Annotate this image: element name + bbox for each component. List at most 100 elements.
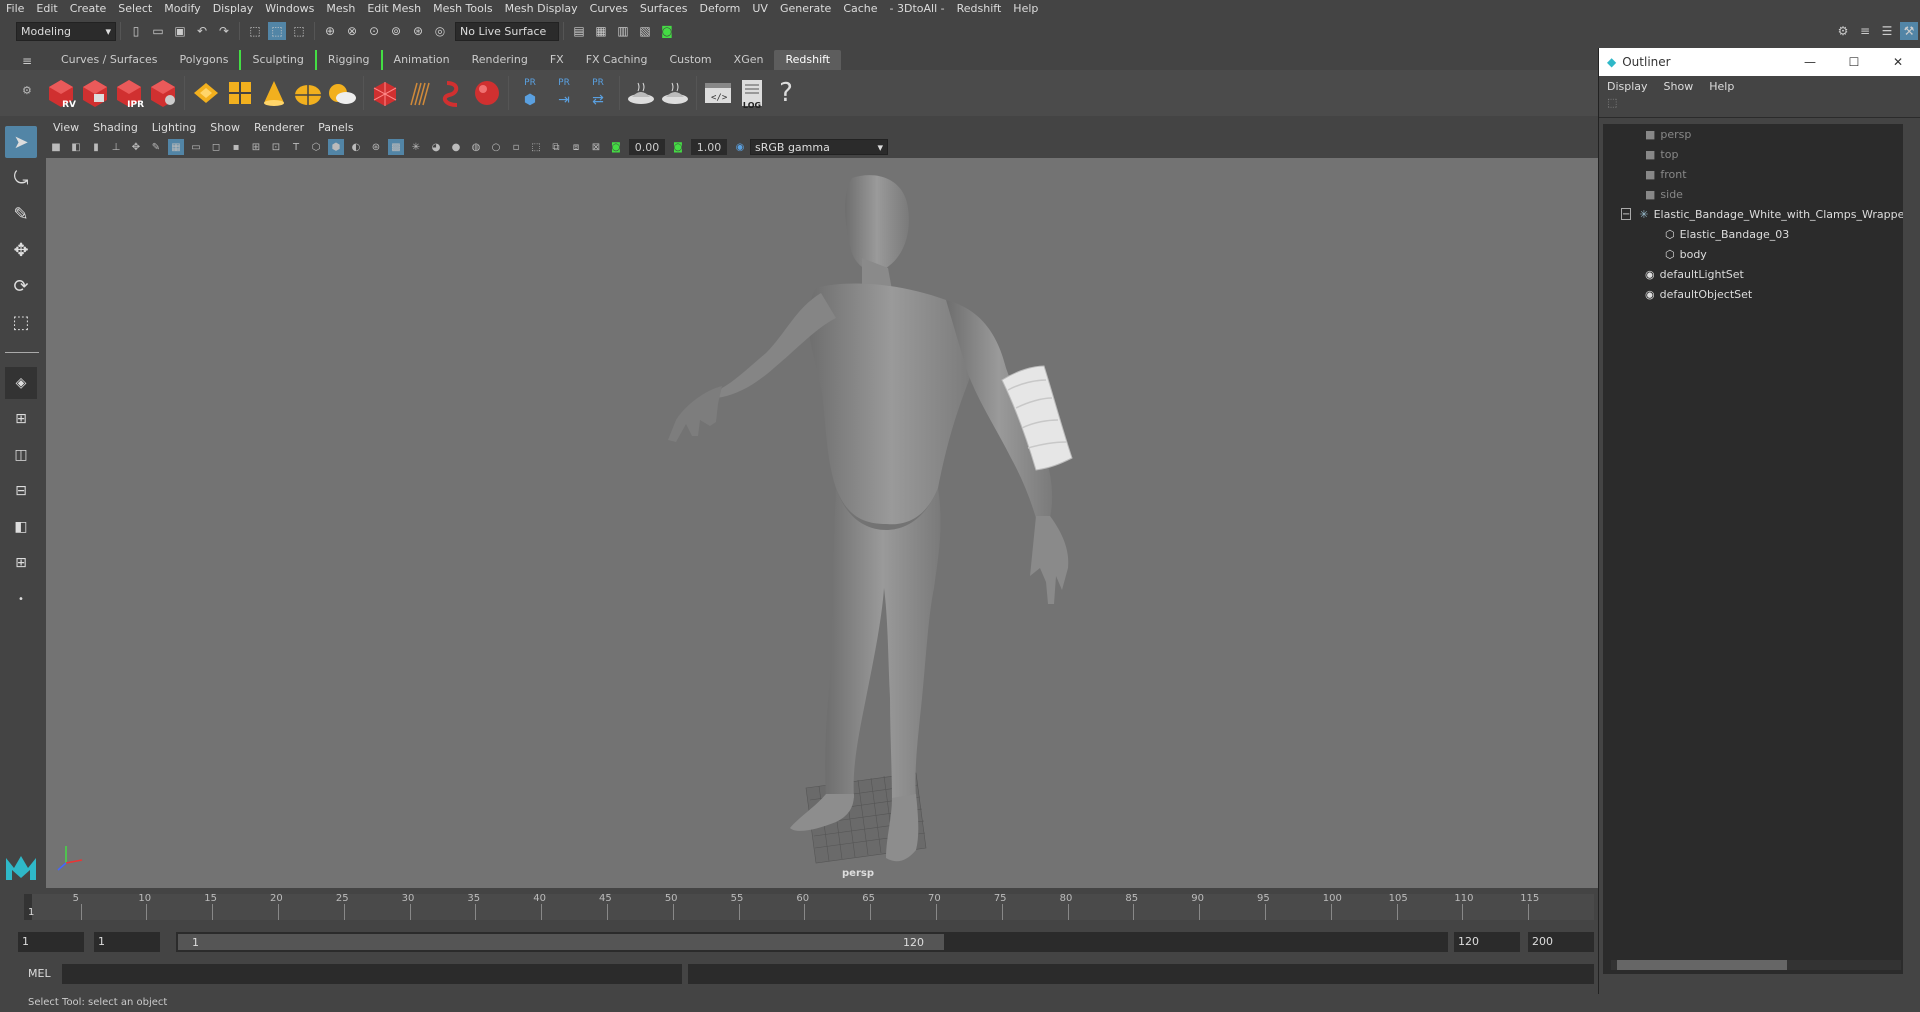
viewport-persp[interactable]: persp: [46, 158, 1598, 888]
default-material-icon[interactable]: ◐: [348, 139, 364, 155]
camera-attributes-icon[interactable]: ◧: [68, 139, 84, 155]
rotate-tool-icon[interactable]: ⟳: [5, 270, 37, 302]
resolution-gate-icon[interactable]: ◻: [208, 139, 224, 155]
snap-projected-icon[interactable]: ⊚: [387, 22, 405, 40]
outliner-item-body[interactable]: ⬡ body: [1603, 244, 1903, 264]
lasso-tool-icon[interactable]: ⤿: [5, 162, 37, 194]
live-surface-field[interactable]: No Live Surface: [455, 21, 559, 41]
animation-start-field[interactable]: 1: [18, 932, 84, 952]
viewport-menu-show[interactable]: Show: [203, 121, 247, 134]
maximize-icon[interactable]: ☐: [1832, 55, 1876, 69]
screen-space-ao-icon[interactable]: ●: [448, 139, 464, 155]
mel-label[interactable]: MEL: [28, 967, 51, 980]
outliner-item-light-set[interactable]: ◉ defaultLightSet: [1603, 264, 1903, 284]
xray-active-icon[interactable]: ⧈: [568, 139, 584, 155]
snap-point-icon[interactable]: ⊙: [365, 22, 383, 40]
outliner-item-top[interactable]: ■ top: [1603, 144, 1903, 164]
exposure-field[interactable]: 0.00: [629, 139, 665, 155]
shadows-icon[interactable]: ◕: [428, 139, 444, 155]
scrollbar-thumb[interactable]: [1617, 960, 1787, 970]
proxy-icon[interactable]: [370, 76, 400, 110]
open-scene-icon[interactable]: ▭: [149, 22, 167, 40]
make-live-icon[interactable]: ◎: [431, 22, 449, 40]
tab-xgen[interactable]: XGen: [723, 50, 775, 70]
field-chart-icon[interactable]: ⊞: [248, 139, 264, 155]
menu-mesh-tools[interactable]: Mesh Tools: [427, 2, 499, 15]
exposure-icon[interactable]: ◙: [608, 139, 624, 155]
playback-start-field[interactable]: 1: [94, 932, 160, 952]
tab-animation[interactable]: Animation: [380, 50, 461, 70]
single-view-icon[interactable]: ◈: [5, 367, 37, 399]
menu-cache[interactable]: Cache: [837, 2, 883, 15]
color-management-icon[interactable]: ◉: [732, 139, 748, 155]
gamma-icon[interactable]: ◙: [670, 139, 686, 155]
outliner-item-persp[interactable]: ■ persp: [1603, 124, 1903, 144]
depth-of-field-icon[interactable]: ▫: [508, 139, 524, 155]
plane-light-icon[interactable]: [191, 76, 221, 110]
bookmark-icon[interactable]: ▮: [88, 139, 104, 155]
menu-uv[interactable]: UV: [746, 2, 774, 15]
viewport-menu-shading[interactable]: Shading: [86, 121, 145, 134]
menu-mesh-display[interactable]: Mesh Display: [499, 2, 584, 15]
stacked-view-icon[interactable]: ⊟: [5, 475, 37, 507]
save-scene-icon[interactable]: ▣: [171, 22, 189, 40]
mode-dropdown[interactable]: Modeling ▾: [16, 21, 116, 41]
outliner-horizontal-scrollbar[interactable]: [1611, 960, 1901, 970]
viewport-menu-renderer[interactable]: Renderer: [247, 121, 311, 134]
bake-settings-icon[interactable]: [660, 76, 690, 110]
menu-generate[interactable]: Generate: [774, 2, 837, 15]
animation-end-field[interactable]: 200: [1528, 932, 1594, 952]
grid-icon[interactable]: ▦: [168, 139, 184, 155]
select-object-icon[interactable]: ⬚: [268, 22, 286, 40]
select-hierarchy-icon[interactable]: ⬚: [246, 22, 264, 40]
2d-pan-zoom-icon[interactable]: ✥: [128, 139, 144, 155]
sphere-icon[interactable]: [472, 76, 502, 110]
menu-curves[interactable]: Curves: [584, 2, 634, 15]
attribute-editor-icon[interactable]: ☰: [1878, 22, 1896, 40]
gate-mask-icon[interactable]: ▪: [228, 139, 244, 155]
outliner-search-bar[interactable]: ⬚: [1599, 96, 1920, 118]
new-scene-icon[interactable]: ▯: [127, 22, 145, 40]
render-settings-icon[interactable]: ▤: [570, 22, 588, 40]
use-all-lights-icon[interactable]: ✳: [408, 139, 424, 155]
wireframe-on-shaded-icon[interactable]: ⊛: [368, 139, 384, 155]
menu-edit[interactable]: Edit: [30, 2, 63, 15]
menu-help[interactable]: Help: [1007, 2, 1044, 15]
motion-blur-icon[interactable]: ◍: [468, 139, 484, 155]
workspace-icon[interactable]: ⚙: [1834, 22, 1852, 40]
redshift-render-icon[interactable]: [80, 76, 110, 110]
wireframe-icon[interactable]: ⬡: [308, 139, 324, 155]
menu-modify[interactable]: Modify: [158, 2, 206, 15]
menu-file[interactable]: File: [0, 2, 30, 15]
time-slider[interactable]: 1 5 10 15 20 25 30 35 40 45 50 55 60 65 70 75 80 85 90 95 1…: [0, 890, 1598, 922]
xray-joints-icon[interactable]: ⊠: [588, 139, 604, 155]
outliner-item-front[interactable]: ■ front: [1603, 164, 1903, 184]
outliner-item-side[interactable]: ■ side: [1603, 184, 1903, 204]
render-current-icon[interactable]: ▦: [592, 22, 610, 40]
tab-rigging[interactable]: Rigging: [314, 50, 381, 70]
tab-sculpting[interactable]: Sculpting: [239, 50, 314, 70]
menu-create[interactable]: Create: [64, 2, 113, 15]
outliner-item-bandage[interactable]: ⬡ Elastic_Bandage_03: [1603, 224, 1903, 244]
portal-light-icon[interactable]: [225, 76, 255, 110]
side-by-side-icon[interactable]: ◫: [5, 439, 37, 471]
help-icon[interactable]: ?: [771, 76, 801, 110]
outliner-menu-display[interactable]: Display: [1599, 80, 1656, 93]
spot-light-icon[interactable]: [259, 76, 289, 110]
render-view-icon[interactable]: ▧: [636, 22, 654, 40]
hair-icon[interactable]: [404, 76, 434, 110]
tab-redshift[interactable]: Redshift: [774, 50, 842, 70]
close-icon[interactable]: ✕: [1876, 55, 1920, 69]
outliner-menu-help[interactable]: Help: [1701, 80, 1742, 93]
curve-object-icon[interactable]: [438, 76, 468, 110]
ipr-render-icon[interactable]: ▥: [614, 22, 632, 40]
tab-curves-surfaces[interactable]: Curves / Surfaces: [50, 50, 169, 70]
outliner-menu-show[interactable]: Show: [1656, 80, 1702, 93]
menu-mesh[interactable]: Mesh: [320, 2, 361, 15]
viewport-menu-panels[interactable]: Panels: [311, 121, 360, 134]
undo-icon[interactable]: ↶: [193, 22, 211, 40]
gamma-field[interactable]: 1.00: [691, 139, 727, 155]
command-input[interactable]: [62, 964, 682, 984]
bake-icon[interactable]: [626, 76, 656, 110]
channel-box-icon[interactable]: ≡: [1856, 22, 1874, 40]
